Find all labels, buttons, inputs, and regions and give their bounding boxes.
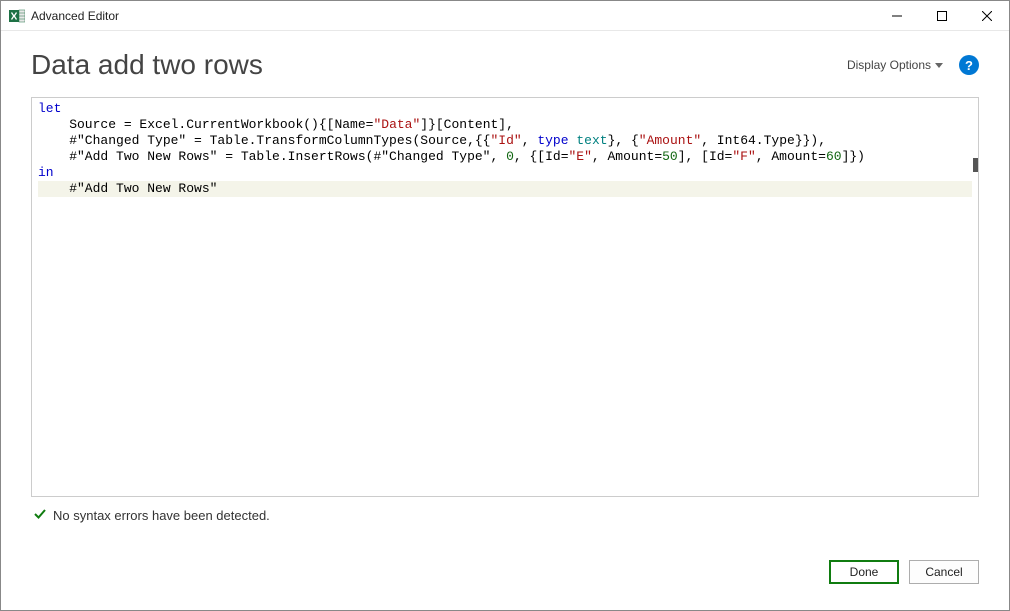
display-options-dropdown[interactable]: Display Options xyxy=(847,58,943,72)
window-title: Advanced Editor xyxy=(31,9,874,23)
chevron-down-icon xyxy=(935,63,943,68)
close-button[interactable] xyxy=(964,1,1009,31)
maximize-button[interactable] xyxy=(919,1,964,31)
page-title: Data add two rows xyxy=(31,49,847,81)
window-controls xyxy=(874,1,1009,31)
display-options-label: Display Options xyxy=(847,58,931,72)
code-editor[interactable]: let Source = Excel.CurrentWorkbook(){[Na… xyxy=(32,98,978,496)
content-area: Data add two rows Display Options ? let … xyxy=(1,31,1009,540)
minimize-button[interactable] xyxy=(874,1,919,31)
cancel-button[interactable]: Cancel xyxy=(909,560,979,584)
titlebar: Advanced Editor xyxy=(1,1,1009,31)
done-button[interactable]: Done xyxy=(829,560,899,584)
help-icon[interactable]: ? xyxy=(959,55,979,75)
footer: Done Cancel xyxy=(1,540,1009,584)
kw-let: let xyxy=(38,101,61,116)
header-row: Data add two rows Display Options ? xyxy=(31,49,979,81)
excel-app-icon xyxy=(9,8,25,24)
kw-in: in xyxy=(38,165,54,180)
code-editor-wrap: let Source = Excel.CurrentWorkbook(){[Na… xyxy=(31,97,979,497)
status-message: No syntax errors have been detected. xyxy=(53,508,270,523)
status-row: No syntax errors have been detected. xyxy=(31,497,979,524)
check-icon xyxy=(33,507,47,524)
scroll-marker[interactable] xyxy=(973,158,978,172)
